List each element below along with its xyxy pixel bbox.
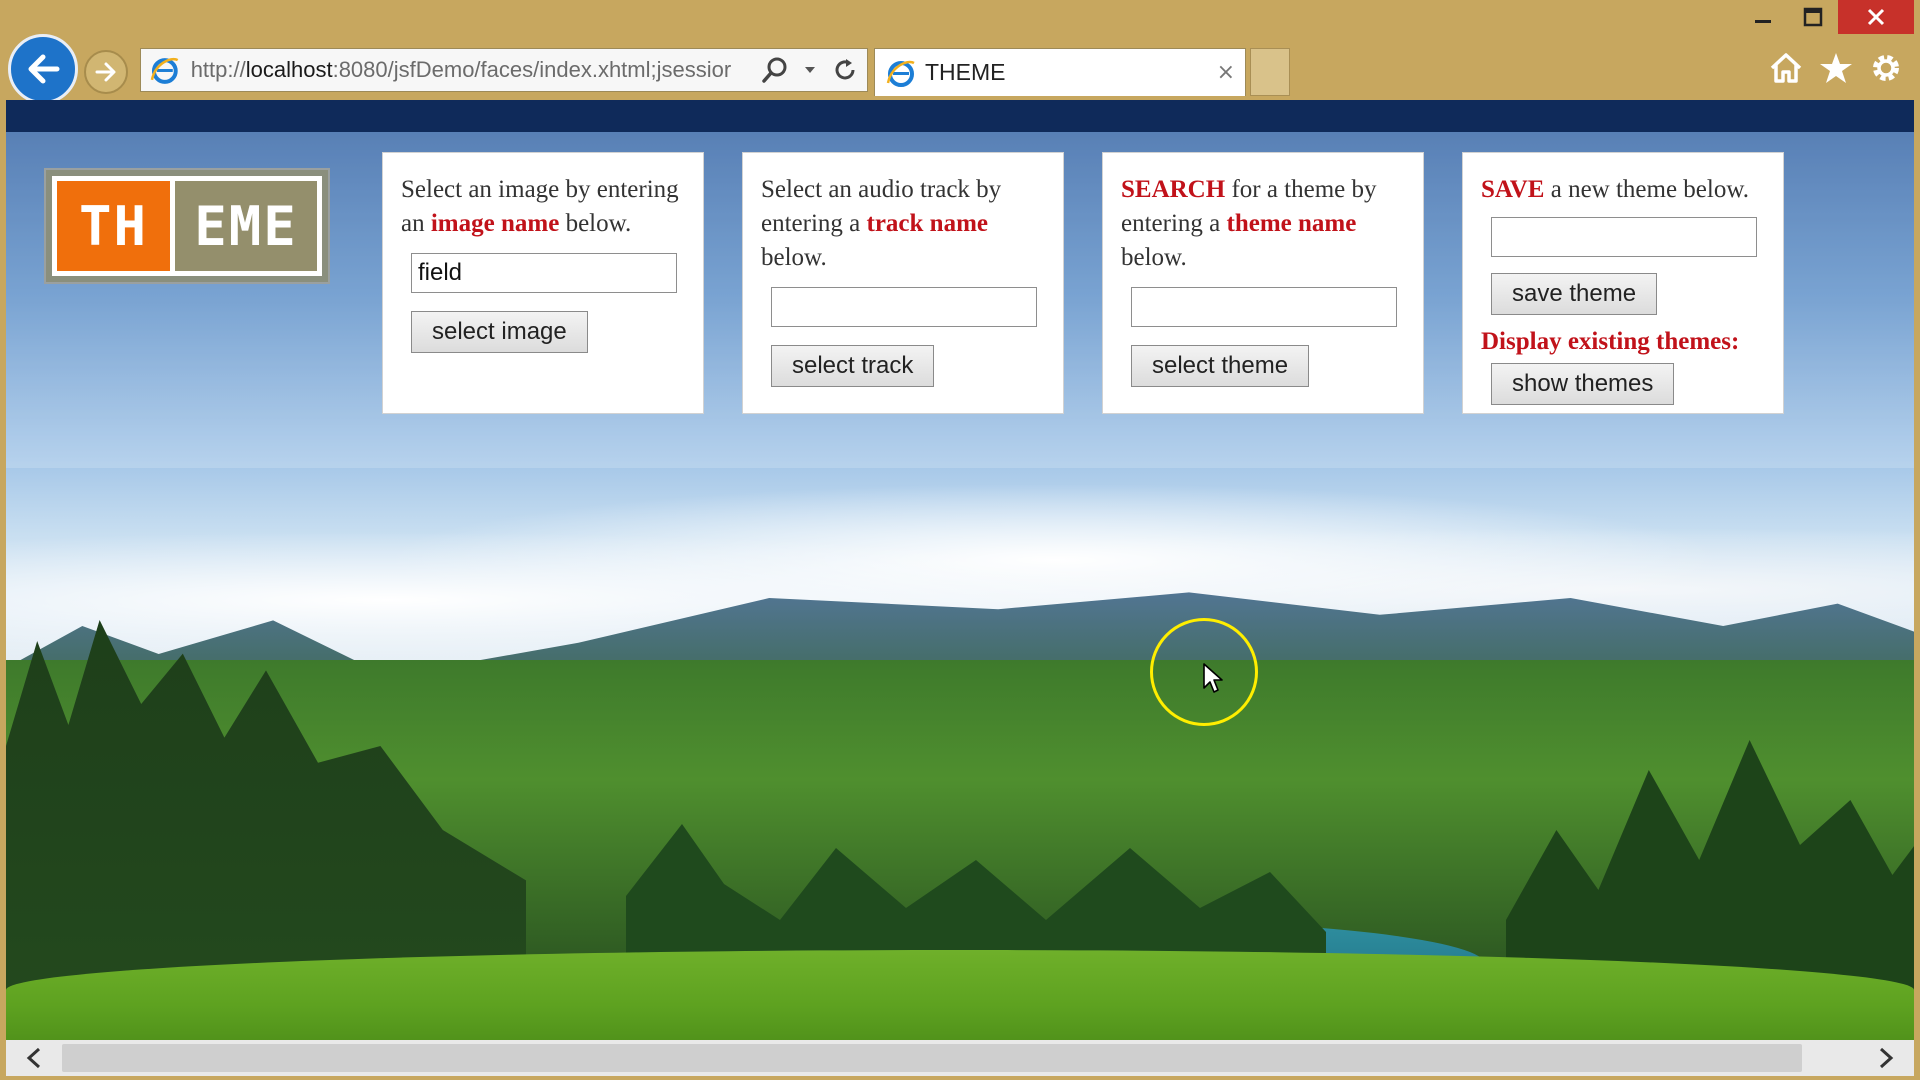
save-highlight: SAVE bbox=[1481, 176, 1545, 203]
url-text: http://localhost:8080/jsfDemo/faces/inde… bbox=[190, 57, 732, 82]
search-highlight: SEARCH bbox=[1121, 176, 1226, 203]
logo-left: TH bbox=[57, 181, 175, 271]
new-tab-button[interactable] bbox=[1250, 48, 1290, 96]
mouse-cursor-icon bbox=[1203, 663, 1223, 693]
track-panel: Select an audio track by entering a trac… bbox=[742, 152, 1064, 414]
window-controls bbox=[1738, 0, 1914, 34]
page-viewport: TH EME Select an image by entering an im… bbox=[6, 100, 1914, 1040]
track-panel-instructions: Select an audio track by entering a trac… bbox=[761, 173, 1045, 275]
scroll-left-button[interactable] bbox=[6, 1040, 62, 1076]
chevron-left-icon bbox=[26, 1047, 41, 1069]
save-panel-instructions: SAVE a new theme below. bbox=[1481, 173, 1765, 207]
image-name-highlight: image name bbox=[430, 210, 560, 237]
display-themes-label: Display existing themes: bbox=[1481, 328, 1740, 355]
show-themes-button[interactable]: show themes bbox=[1491, 363, 1675, 405]
horizontal-scrollbar[interactable] bbox=[6, 1040, 1914, 1076]
save-theme-button[interactable]: save theme bbox=[1491, 273, 1658, 315]
chevron-right-icon bbox=[1879, 1047, 1894, 1069]
forward-button[interactable] bbox=[84, 50, 128, 94]
tab-close-button[interactable]: × bbox=[1217, 60, 1235, 85]
scroll-track[interactable] bbox=[62, 1044, 1858, 1072]
select-track-button[interactable]: select track bbox=[771, 345, 935, 387]
address-tools bbox=[761, 56, 859, 84]
home-icon[interactable] bbox=[1768, 50, 1804, 86]
arrow-right-icon bbox=[95, 62, 116, 82]
tab-title: THEME bbox=[925, 59, 1006, 85]
maximize-button[interactable] bbox=[1788, 0, 1838, 34]
gear-icon[interactable] bbox=[1868, 50, 1904, 86]
ie-tab-icon bbox=[886, 60, 915, 87]
refresh-icon[interactable] bbox=[831, 56, 859, 84]
logo-frame: TH EME bbox=[52, 176, 322, 276]
select-image-button[interactable]: select image bbox=[411, 311, 588, 353]
tab-theme[interactable]: THEME × bbox=[874, 48, 1246, 96]
track-panel-text-end: below. bbox=[761, 244, 827, 271]
toolbar-icons bbox=[1768, 50, 1904, 86]
search-panel-instructions: SEARCH for a theme by entering a theme n… bbox=[1121, 173, 1405, 275]
ie-icon bbox=[150, 57, 179, 84]
close-window-button[interactable] bbox=[1838, 0, 1914, 34]
page-topbar bbox=[6, 100, 1914, 132]
image-panel: Select an image by entering an image nam… bbox=[382, 152, 704, 414]
image-panel-instructions: Select an image by entering an image nam… bbox=[401, 173, 685, 241]
arrow-left-icon bbox=[28, 54, 60, 84]
logo-right: EME bbox=[175, 181, 317, 271]
new-theme-input[interactable] bbox=[1491, 217, 1757, 257]
scroll-right-button[interactable] bbox=[1858, 1040, 1914, 1076]
theme-logo: TH EME bbox=[46, 170, 328, 282]
back-button[interactable] bbox=[8, 34, 78, 104]
browser-chrome: http://localhost:8080/jsfDemo/faces/inde… bbox=[0, 0, 1920, 104]
image-name-input[interactable] bbox=[411, 253, 677, 293]
track-name-highlight: track name bbox=[866, 210, 989, 237]
save-panel: SAVE a new theme below. save theme Displ… bbox=[1462, 152, 1784, 414]
theme-name-highlight: theme name bbox=[1226, 210, 1357, 237]
track-name-input[interactable] bbox=[771, 287, 1037, 327]
minimize-icon bbox=[1755, 20, 1771, 23]
theme-name-input[interactable] bbox=[1131, 287, 1397, 327]
select-theme-button[interactable]: select theme bbox=[1131, 345, 1310, 387]
close-icon bbox=[1867, 8, 1885, 26]
scroll-thumb[interactable] bbox=[62, 1044, 1802, 1072]
search-icon[interactable] bbox=[761, 56, 789, 84]
save-panel-text: a new theme below. bbox=[1544, 176, 1750, 203]
maximize-icon bbox=[1803, 7, 1823, 27]
minimize-button[interactable] bbox=[1738, 0, 1788, 34]
image-panel-text-end: below. bbox=[559, 210, 632, 237]
address-bar[interactable]: http://localhost:8080/jsfDemo/faces/inde… bbox=[140, 48, 868, 92]
search-panel: SEARCH for a theme by entering a theme n… bbox=[1102, 152, 1424, 414]
star-icon[interactable] bbox=[1818, 50, 1854, 86]
dropdown-arrow-icon[interactable] bbox=[803, 63, 817, 77]
background-meadow bbox=[6, 950, 1914, 1040]
search-panel-text-end: below. bbox=[1121, 244, 1187, 271]
